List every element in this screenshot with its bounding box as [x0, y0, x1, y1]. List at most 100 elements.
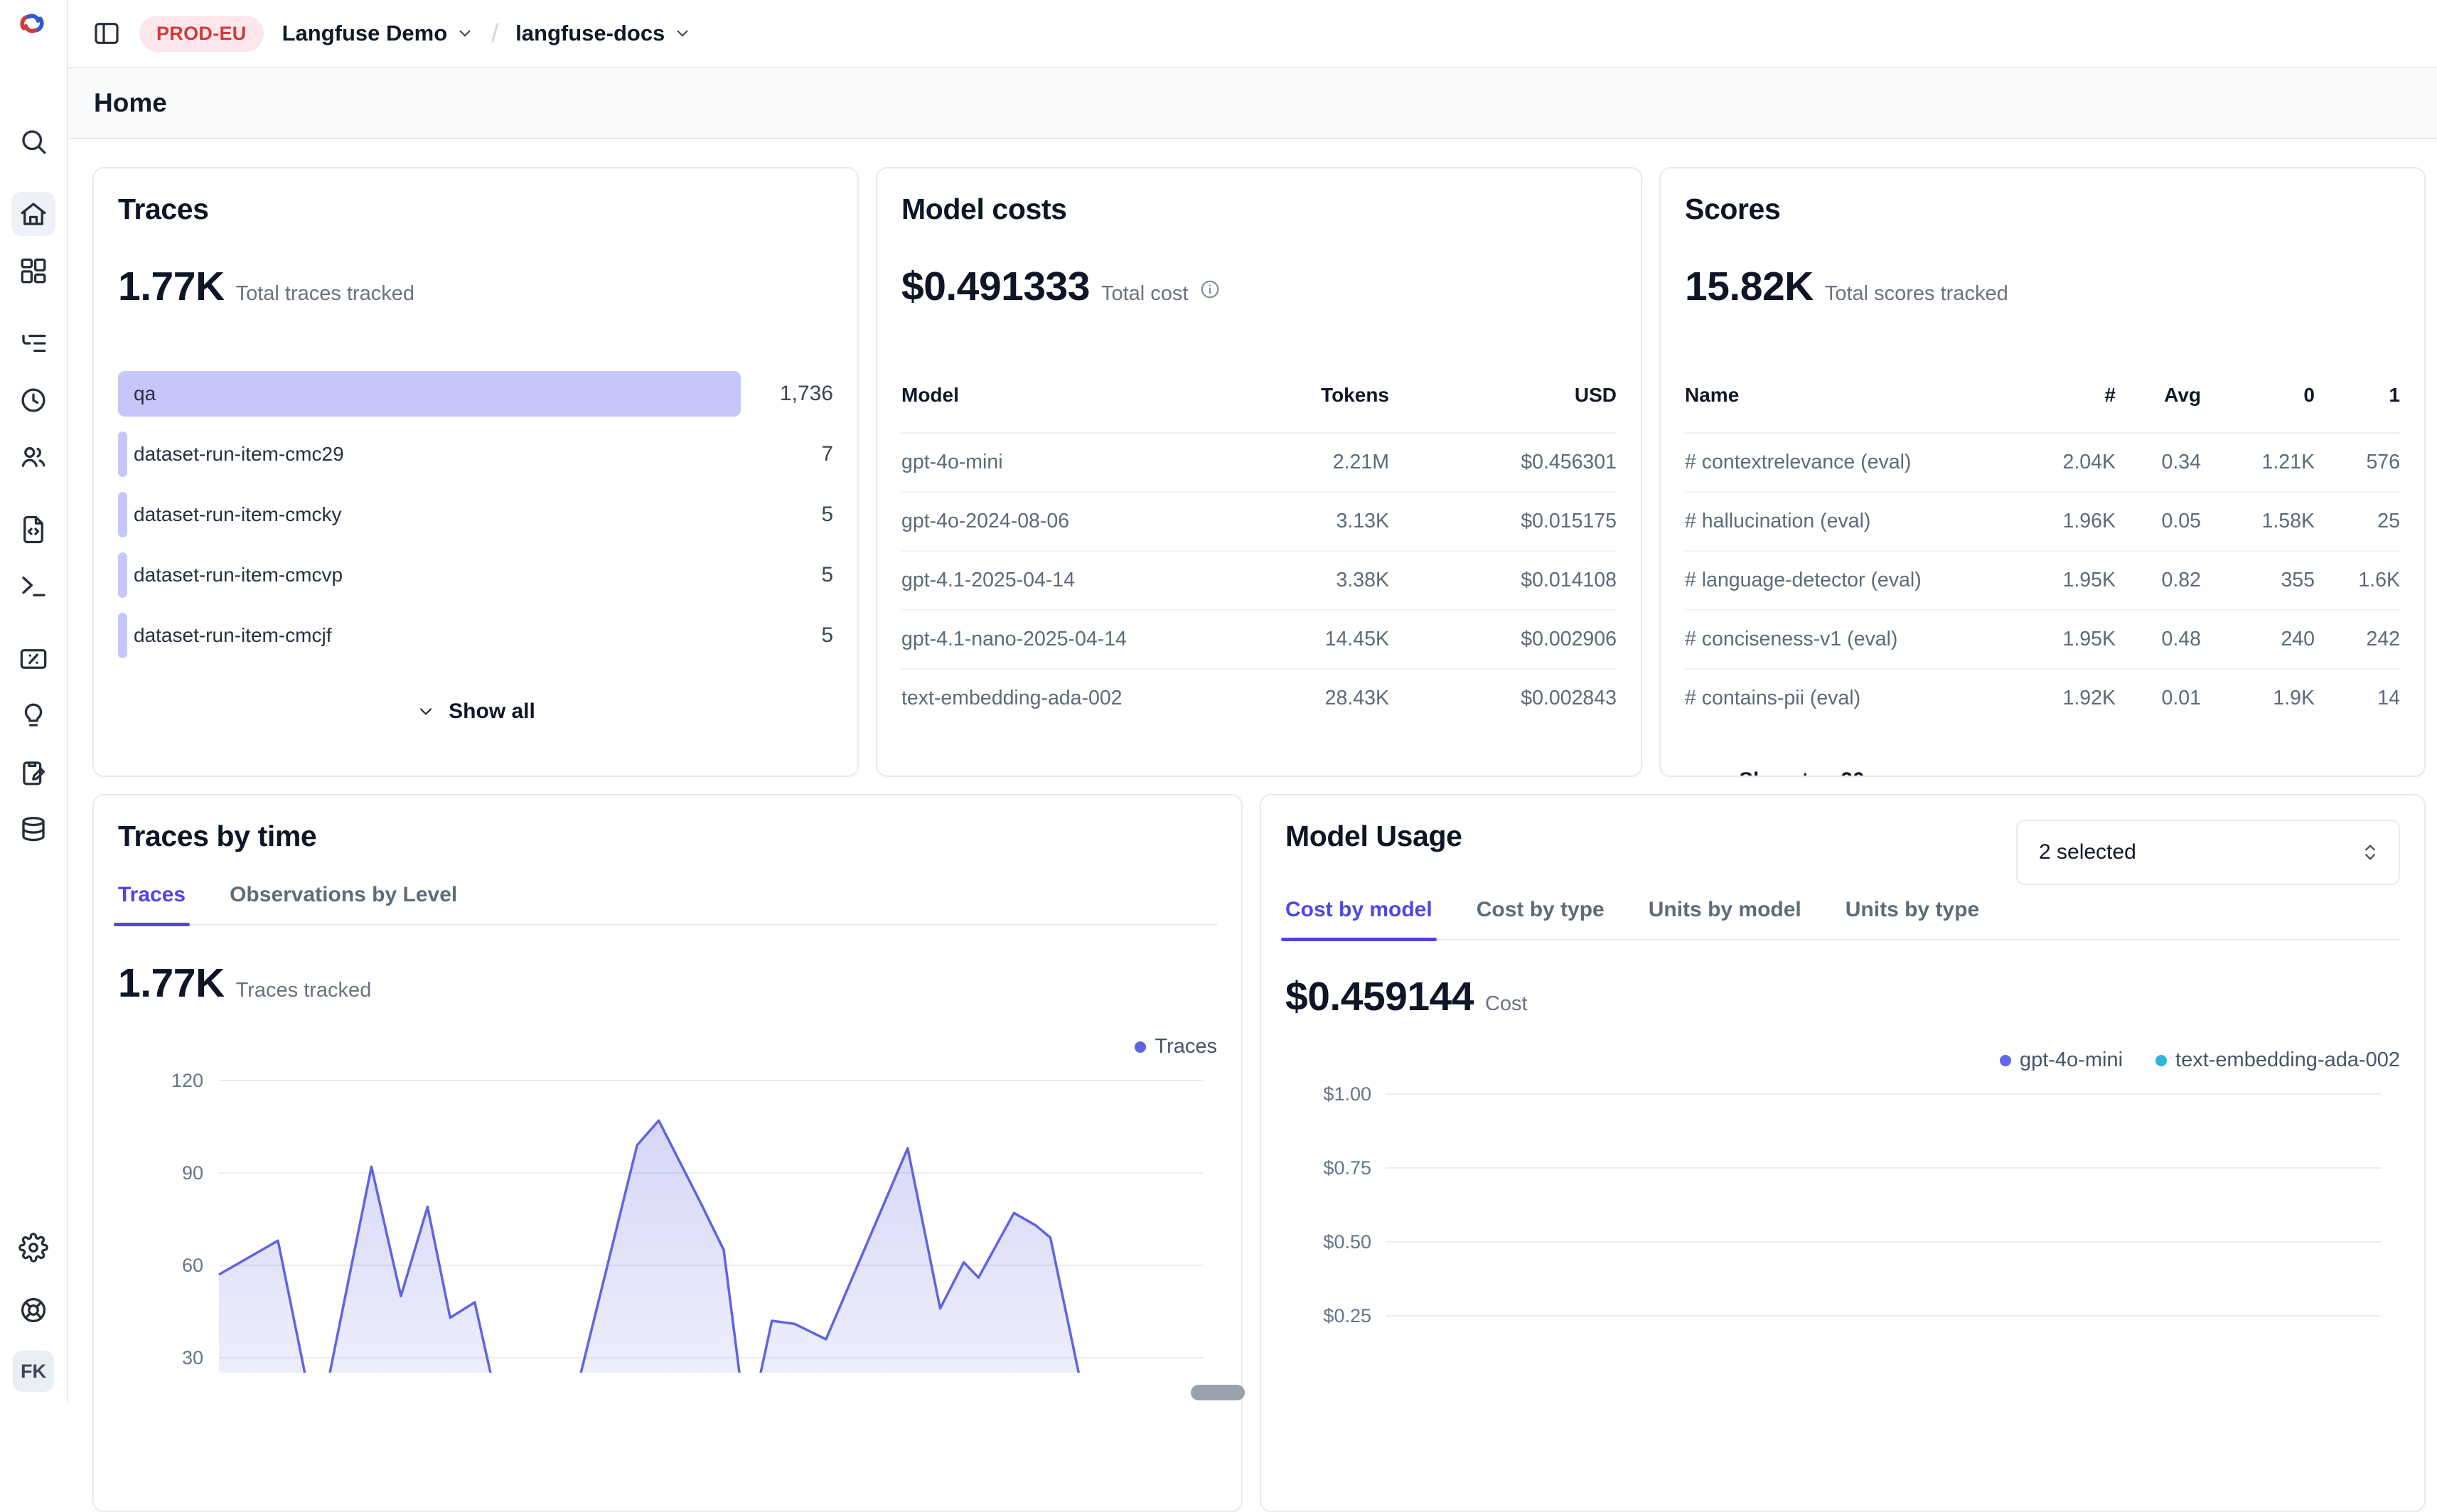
sidebar-group — [11, 119, 55, 176]
tab-traces-time-traces[interactable]: Traces — [118, 883, 186, 924]
model-selector[interactable]: 2 selected — [2016, 820, 2400, 885]
table-cell: 1.92K — [2009, 669, 2116, 727]
project-switcher[interactable]: langfuse-docs — [515, 21, 692, 46]
traces-time-chart: 120906030 — [118, 1063, 1217, 1373]
legend-item: Traces — [1135, 1035, 1217, 1058]
table-cell: 1.96K — [2009, 492, 2116, 551]
model-costs-total: $0.491333 — [901, 263, 1090, 310]
table-cell: 576 — [2315, 433, 2400, 492]
column-header: Tokens — [1162, 384, 1389, 433]
trace-bar-row[interactable]: dataset-run-item-cmc297 — [118, 431, 833, 477]
card-title: Scores — [1685, 193, 2400, 226]
svg-text:$0.75: $0.75 — [1323, 1157, 1371, 1179]
model-usage-chart: $1.00$0.75$0.50$0.25 — [1285, 1076, 2400, 1346]
scores-table: Name#Avg01# contextrelevance (eval)2.04K… — [1685, 384, 2400, 727]
card-title: Model costs — [901, 193, 1617, 226]
sidebar-item-lightbulb[interactable] — [11, 694, 55, 738]
trace-bar-row[interactable]: dataset-run-item-cmcvp5 — [118, 552, 833, 598]
percent-icon — [18, 644, 48, 674]
column-header: Model — [901, 384, 1162, 433]
bar-fill — [118, 492, 127, 537]
sidebar-item-lifebuoy[interactable] — [11, 1288, 55, 1332]
scores-card: Scores 15.82K Total scores tracked Name#… — [1659, 167, 2426, 777]
trace-count: 5 — [821, 503, 833, 527]
table-row: # conciseness-v1 (eval)1.95K0.48240242 — [1685, 610, 2400, 669]
bar-fill — [118, 431, 127, 477]
avatar[interactable]: FK — [13, 1351, 54, 1392]
info-icon[interactable] — [1199, 279, 1221, 300]
sidebar-toggle-icon[interactable] — [92, 19, 121, 48]
trace-bar-row[interactable]: dataset-run-item-cmcjf5 — [118, 613, 833, 658]
trace-bar-row[interactable]: dataset-run-item-cmcky 5 — [118, 492, 833, 537]
table-cell: 0.82 — [2116, 551, 2201, 610]
sidebar-item-file-code[interactable] — [11, 508, 55, 552]
legend-label: text-embedding-ada-002 — [2175, 1049, 2400, 1072]
trace-count: 5 — [821, 563, 833, 587]
table-cell: 355 — [2201, 551, 2315, 610]
sidebar-item-clipboard[interactable] — [11, 751, 55, 795]
tab-model-usage-cost-by-type[interactable]: Cost by type — [1477, 898, 1605, 939]
horizontal-scrollbar-thumb[interactable] — [1191, 1385, 1245, 1400]
show-top-20-button[interactable]: Show top 20 — [1685, 768, 2400, 777]
table-cell: 0.48 — [2116, 610, 2201, 669]
card-title: Traces by time — [118, 820, 1217, 853]
table-cell: text-embedding-ada-002 — [901, 669, 1162, 727]
sidebar-group — [11, 637, 55, 864]
main-content: Traces 1.77K Total traces tracked qa1,73… — [68, 139, 2437, 1402]
home-icon — [18, 199, 48, 229]
sidebar-item-search[interactable] — [11, 119, 55, 163]
langfuse-logo[interactable] — [16, 7, 48, 40]
scores-total: 15.82K — [1685, 263, 1814, 310]
tab-model-usage-cost-by-model[interactable]: Cost by model — [1285, 898, 1432, 939]
tab-traces-time-observations-by-level[interactable]: Observations by Level — [230, 883, 457, 924]
legend-dot-icon — [2000, 1055, 2011, 1066]
table-cell: # language-detector (eval) — [1685, 551, 2009, 610]
scores-total-label: Total scores tracked — [1825, 282, 2008, 306]
sidebar-item-percent[interactable] — [11, 637, 55, 681]
tab-model-usage-units-by-model[interactable]: Units by model — [1649, 898, 1801, 939]
traces-time-total-label: Traces tracked — [236, 979, 372, 1002]
sidebar-item-home[interactable] — [11, 192, 55, 236]
sidebar-item-terminal[interactable] — [11, 564, 55, 608]
tab-model-usage-units-by-type[interactable]: Units by type — [1846, 898, 1979, 939]
table-cell: 1.58K — [2201, 492, 2315, 551]
trace-count: 7 — [821, 442, 833, 466]
sidebar-item-clock[interactable] — [11, 378, 55, 422]
table-cell: 0.01 — [2116, 669, 2201, 727]
show-all-button[interactable]: Show all — [118, 699, 833, 724]
table-cell: # conciseness-v1 (eval) — [1685, 610, 2009, 669]
trace-count: 5 — [821, 623, 833, 648]
clipboard-icon — [18, 758, 48, 788]
sidebar-group — [11, 192, 55, 306]
environment-badge: PROD-EU — [139, 16, 264, 52]
org-switcher[interactable]: Langfuse Demo — [282, 21, 475, 46]
trace-name: dataset-run-item-cmcky — [134, 503, 342, 526]
table-cell: gpt-4.1-nano-2025-04-14 — [901, 610, 1162, 669]
table-cell: $0.015175 — [1389, 492, 1617, 551]
sidebar-item-tree[interactable] — [11, 321, 55, 365]
bar-track: dataset-run-item-cmcky — [118, 492, 741, 537]
column-header: Name — [1685, 384, 2009, 433]
sidebar-group — [11, 321, 55, 492]
table-cell: 28.43K — [1162, 669, 1389, 727]
model-usage-legend: gpt-4o-minitext-embedding-ada-002 — [1285, 1049, 2400, 1072]
page-title: Home — [94, 88, 167, 118]
column-header: Avg — [2116, 384, 2201, 433]
table-row: gpt-4o-mini2.21M$0.456301 — [901, 433, 1617, 492]
sidebar-group — [11, 508, 55, 621]
trace-bar-row[interactable]: qa1,736 — [118, 371, 833, 417]
table-cell: 0.34 — [2116, 433, 2201, 492]
sidebar-item-database[interactable] — [11, 808, 55, 852]
model-costs-table: ModelTokensUSDgpt-4o-mini2.21M$0.456301g… — [901, 384, 1617, 727]
table-cell: gpt-4.1-2025-04-14 — [901, 551, 1162, 610]
legend-item: text-embedding-ada-002 — [2155, 1049, 2400, 1072]
chevron-down-icon — [416, 702, 436, 722]
bar-fill — [118, 613, 127, 658]
tree-icon — [18, 328, 48, 358]
sidebar-item-gear[interactable] — [11, 1226, 55, 1270]
search-icon — [18, 127, 48, 156]
sidebar-item-grid[interactable] — [11, 249, 55, 293]
table-cell: gpt-4o-mini — [901, 433, 1162, 492]
sidebar-item-users[interactable] — [11, 435, 55, 479]
svg-text:90: 90 — [182, 1162, 203, 1184]
